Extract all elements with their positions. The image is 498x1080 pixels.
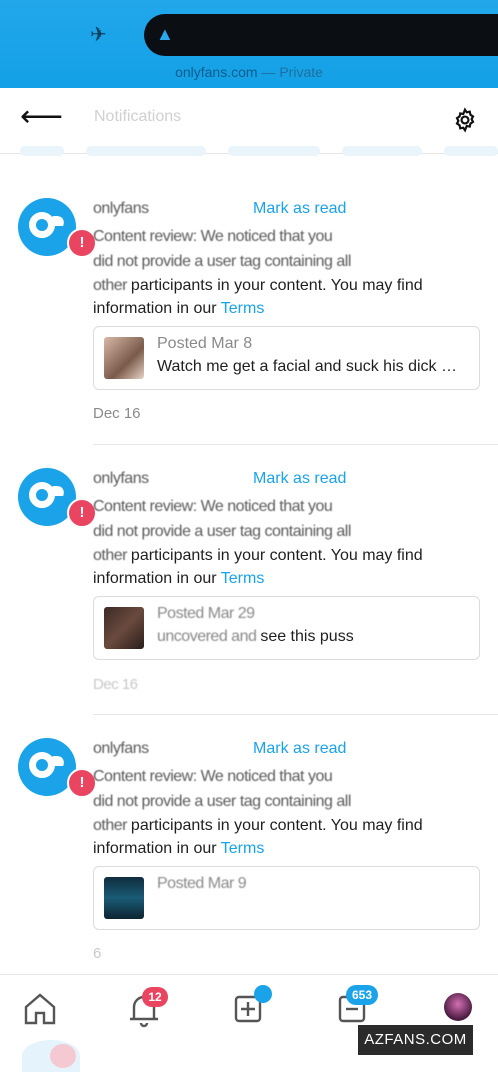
filter-chip[interactable] [342, 146, 422, 156]
filter-chip[interactable] [20, 146, 64, 156]
post-date: Posted Mar 29 [157, 605, 255, 622]
post-preview[interactable]: Posted Mar 8 Watch me get a facial and s… [93, 326, 480, 390]
header-bar: ⟵ Notifications [0, 88, 498, 154]
notification-text-line: information in our Terms [93, 300, 463, 318]
text-fragment: other [93, 277, 131, 294]
text-fragment: other [93, 547, 131, 564]
faded-warning-icon [50, 1044, 76, 1068]
text-fragment: information in our [93, 570, 221, 587]
post-preview[interactable]: Posted Mar 29 uncovered and see this pus… [93, 596, 480, 660]
divider [93, 444, 498, 445]
text-fragment: . You may find [322, 547, 423, 564]
notification-text-line: Content review: We noticed that you [93, 768, 333, 785]
post-text-visible: see this puss [260, 628, 354, 645]
page-title: Notifications [94, 108, 182, 125]
post-text: Watch me get a facial and suck his dick … [157, 358, 457, 375]
notification-text-line: other participants in your content. You … [93, 817, 463, 835]
private-label: — Private [257, 64, 323, 80]
notification-text-line: did not provide a user tag containing al… [93, 253, 351, 270]
post-thumbnail [104, 607, 144, 649]
navigation-arrow-icon: ▲ [156, 24, 174, 44]
post-date: Posted Mar 9 [157, 875, 247, 892]
terms-link[interactable]: Terms [221, 300, 265, 317]
onlyfans-logo-icon-part [49, 486, 67, 496]
address-pill[interactable]: ▲ [144, 14, 498, 56]
notification-header: onlyfans Mark as read [93, 200, 463, 218]
notification-header: onlyfans Mark as read [93, 740, 463, 758]
mark-as-read-button[interactable]: Mark as read [253, 200, 346, 217]
notification-date: 6 [93, 945, 102, 962]
browser-status-bar: ✈ ▲ onlyfans.com — Private [0, 0, 498, 88]
post-preview[interactable]: Posted Mar 9 [93, 866, 480, 930]
text-fragment: uncovered and [157, 628, 261, 645]
notification-text-line: Content review: We noticed that you [93, 498, 333, 515]
onlyfans-avatar[interactable]: ! [18, 738, 97, 798]
notification-date: Dec 16 [93, 676, 138, 693]
sender-name: onlyfans [93, 200, 149, 217]
avatar[interactable] [444, 993, 472, 1021]
text-fragment: information in our [93, 840, 221, 857]
filter-chips [0, 146, 498, 158]
divider [93, 714, 498, 715]
url-text: onlyfans.com [175, 64, 258, 80]
onlyfans-avatar[interactable]: ! [18, 468, 97, 528]
post-thumbnail [104, 337, 144, 379]
arrow-left-icon[interactable]: ⟵ [20, 102, 63, 132]
mark-as-read-button[interactable]: Mark as read [253, 470, 346, 487]
text-fragment: participants in your content [130, 547, 323, 564]
text-fragment: other [93, 817, 131, 834]
onlyfans-logo-icon-part [49, 756, 67, 766]
post-date: Posted Mar 8 [157, 335, 253, 352]
home-icon[interactable] [20, 989, 60, 1029]
sender-name: onlyfans [93, 470, 149, 487]
url-label[interactable]: onlyfans.com — Private [0, 64, 498, 80]
onlyfans-avatar[interactable]: ! [18, 198, 97, 258]
filter-chip[interactable] [444, 146, 498, 156]
notifications-badge: 12 [142, 987, 168, 1007]
post-thumbnail [104, 877, 144, 919]
gear-icon[interactable] [452, 107, 478, 133]
onlyfans-logo-icon-part [49, 216, 67, 226]
notification-text-line: did not provide a user tag containing al… [93, 523, 351, 540]
sender-name: onlyfans [93, 740, 149, 757]
post-text: uncovered and see this puss [157, 628, 467, 646]
terms-link[interactable]: Terms [221, 570, 265, 587]
text-fragment: information in our [93, 300, 221, 317]
notification-text-line: other participants in your content. You … [93, 277, 463, 295]
notification-date: Dec 16 [93, 405, 141, 422]
new-content-dot [254, 985, 272, 1003]
mark-as-read-button[interactable]: Mark as read [253, 740, 346, 757]
notification-text-line: did not provide a user tag containing al… [93, 793, 351, 810]
notification-header: onlyfans Mark as read [93, 470, 463, 488]
watermark: AZFANS.COM [358, 1025, 473, 1055]
messages-badge: 653 [346, 985, 379, 1005]
filter-chip[interactable] [228, 146, 320, 156]
text-fragment: . You may find [322, 277, 423, 294]
notification-text-line: Content review: We noticed that you [93, 228, 333, 245]
notification-text-line: information in our Terms [93, 840, 463, 858]
filter-chip[interactable] [86, 146, 206, 156]
terms-link[interactable]: Terms [221, 840, 265, 857]
text-fragment: participants in your content [130, 277, 323, 294]
text-fragment: . You may find [322, 817, 423, 834]
notification-text-line: information in our Terms [93, 570, 463, 588]
notification-text-line: other participants in your content. You … [93, 547, 463, 565]
text-fragment: participants in your content [130, 817, 323, 834]
airplane-icon: ✈ [90, 24, 107, 46]
